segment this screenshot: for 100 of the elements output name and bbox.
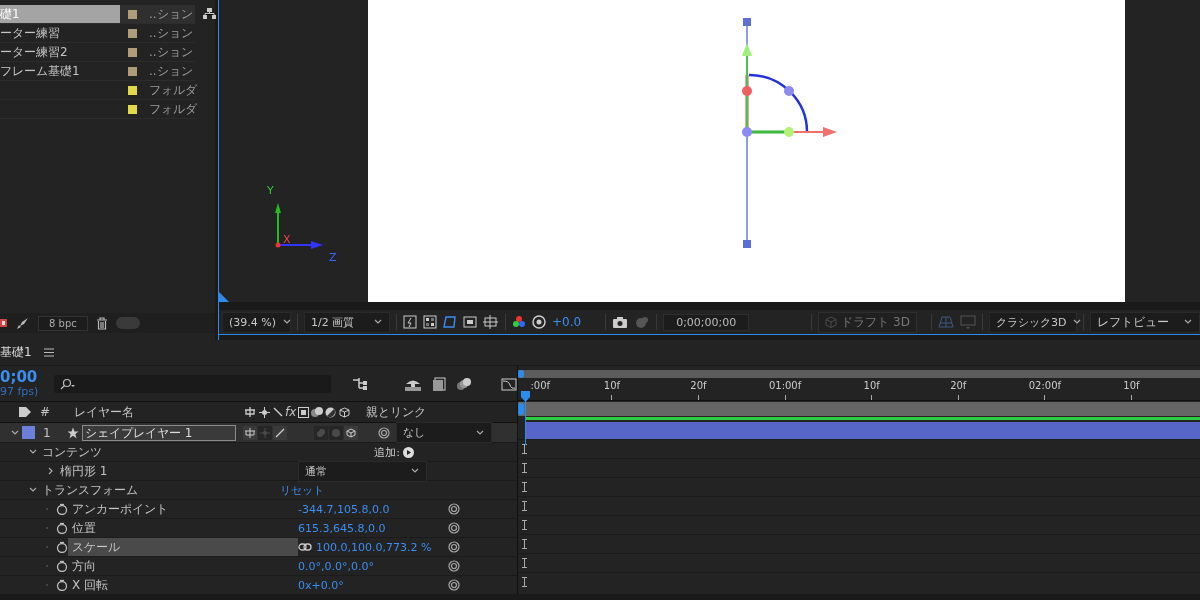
stopwatch-icon[interactable]	[56, 541, 68, 553]
menu-icon[interactable]	[43, 348, 54, 357]
label-color-chip[interactable]	[128, 9, 137, 19]
property-name[interactable]: 位置	[68, 519, 298, 537]
color-channels-icon[interactable]	[512, 315, 526, 329]
layer-row[interactable]: 1 シェイプレイヤー 1 なし	[0, 423, 517, 442]
transform-gizmo-drawing[interactable]	[742, 18, 837, 248]
shy-switch-icon[interactable]	[244, 406, 256, 418]
property-name[interactable]: コンテンツ	[38, 443, 280, 461]
project-item[interactable]: フォルダ	[0, 81, 195, 100]
property-name[interactable]: 方向	[68, 557, 298, 575]
flowchart-icon[interactable]	[353, 376, 370, 391]
film-frames-icon[interactable]	[431, 376, 446, 391]
project-item[interactable]: ーター練習 ..ション	[0, 24, 195, 43]
playhead-icon[interactable]	[521, 391, 530, 445]
blend-mode-dropdown[interactable]: 通常	[298, 460, 427, 482]
sun-icon[interactable]	[259, 406, 270, 418]
keyframe-marker-icon	[522, 463, 527, 473]
stopwatch-icon[interactable]	[56, 503, 68, 515]
current-time[interactable]: 0;00	[0, 369, 44, 385]
layer-color-swatch[interactable]	[22, 426, 35, 439]
property-value[interactable]: 0.0°,0.0°,0.0°	[298, 559, 374, 573]
reset-link[interactable]: リセット	[280, 482, 324, 498]
stopwatch-icon[interactable]	[56, 522, 68, 534]
layer-switch[interactable]	[344, 425, 358, 440]
diagonal-line-icon[interactable]	[273, 407, 283, 417]
property-value[interactable]: 100.0,100.0,773.2 %	[316, 540, 432, 554]
property-value[interactable]: 615.3,645.8,0.0	[298, 521, 386, 535]
cube-icon[interactable]	[339, 406, 351, 418]
keyframe-marker-icon	[522, 482, 527, 492]
project-item[interactable]: フォルダ	[0, 100, 195, 119]
label-color-chip[interactable]	[128, 104, 137, 114]
property-name[interactable]: スケール	[68, 538, 298, 556]
toggle-switch[interactable]	[115, 317, 140, 329]
hierarchy-icon[interactable]	[203, 8, 216, 19]
stacked-circles-icon[interactable]	[455, 376, 472, 391]
switch-glyph-icon	[245, 427, 255, 438]
project-item[interactable]: ーター練習2 ..ション	[0, 43, 195, 62]
item-type: フォルダ	[149, 100, 197, 118]
project-item[interactable]: フレーム基礎1 ..ション	[0, 62, 195, 81]
layer-name-field[interactable]: シェイプレイヤー 1	[82, 424, 236, 441]
label-color-chip[interactable]	[128, 47, 137, 57]
rocket-icon[interactable]	[16, 316, 30, 330]
timecode-field[interactable]: 0;00;00;00	[663, 313, 750, 331]
trash-icon[interactable]	[95, 316, 108, 330]
grid-guides-icon[interactable]	[483, 315, 499, 329]
layer-switch[interactable]	[314, 425, 328, 440]
star-icon[interactable]	[67, 426, 79, 439]
cube-icon	[825, 316, 838, 328]
safe-margins-icon[interactable]	[463, 315, 477, 329]
tag-icon[interactable]	[18, 406, 32, 418]
property-name[interactable]: アンカーポイント	[68, 500, 298, 518]
label-color-chip[interactable]	[128, 28, 137, 38]
property-value[interactable]: -344.7,105.8,0.0	[298, 502, 390, 516]
mask-outline-icon[interactable]	[443, 315, 457, 329]
search-field[interactable]	[53, 374, 332, 393]
ruler-label: 20f	[690, 380, 707, 391]
column-header: レイヤー名	[74, 403, 135, 421]
pick-whip-icon[interactable]	[448, 579, 460, 591]
film-frame-icon[interactable]	[298, 406, 310, 418]
composition-tab[interactable]: 基礎1	[0, 344, 32, 361]
add-label[interactable]: 追加:	[374, 444, 400, 460]
property-value[interactable]: 0x+0.0°	[298, 578, 344, 592]
switch-glyph-icon	[316, 427, 326, 438]
film-icon[interactable]	[0, 317, 8, 329]
parent-dropdown[interactable]: なし	[396, 422, 492, 443]
range-handle-icon[interactable]	[518, 403, 524, 415]
stopwatch-icon[interactable]	[56, 579, 68, 591]
zoom-dropdown[interactable]: (39.4 %)	[222, 311, 291, 333]
property-name[interactable]: トランスフォーム	[38, 481, 280, 499]
checkerboard-icon[interactable]	[423, 315, 437, 329]
camera-icon[interactable]	[612, 315, 629, 329]
exposure-value[interactable]: +0.0	[552, 315, 582, 329]
resolution-dropdown[interactable]: 1/2 画質	[304, 311, 390, 333]
pick-whip-icon[interactable]	[378, 426, 390, 439]
pick-whip-icon[interactable]	[448, 522, 460, 534]
aperture-icon[interactable]	[532, 315, 546, 329]
stopwatch-icon[interactable]	[56, 560, 68, 572]
ruler-label: 20f	[950, 380, 967, 391]
bit-depth-button[interactable]: 8 bpc	[38, 315, 88, 331]
layer-switch[interactable]	[258, 425, 272, 440]
graph-editor-icon[interactable]	[501, 376, 517, 391]
label-color-chip[interactable]	[128, 66, 137, 76]
half-circle-icon[interactable]	[325, 406, 337, 418]
range-handle-icon[interactable]	[518, 370, 524, 378]
play-circle-icon[interactable]	[403, 446, 414, 458]
pick-whip-icon[interactable]	[448, 541, 460, 553]
layer-switch[interactable]	[329, 425, 343, 440]
fast-preview-icon[interactable]	[403, 315, 417, 329]
property-name[interactable]: X 回転	[68, 576, 298, 594]
ruler-label: 01:00f	[768, 380, 802, 391]
pick-whip-icon[interactable]	[448, 503, 460, 515]
layer-switch[interactable]	[273, 425, 287, 440]
pick-whip-icon[interactable]	[448, 560, 460, 572]
chain-link-icon[interactable]	[298, 542, 312, 552]
property-name[interactable]: 楕円形 1	[56, 462, 298, 480]
layer-switch[interactable]	[243, 425, 257, 440]
stacked-circles-icon[interactable]	[311, 406, 324, 418]
label-color-chip[interactable]	[128, 85, 137, 95]
view-dropdown[interactable]: レフトビュー	[1089, 311, 1200, 333]
